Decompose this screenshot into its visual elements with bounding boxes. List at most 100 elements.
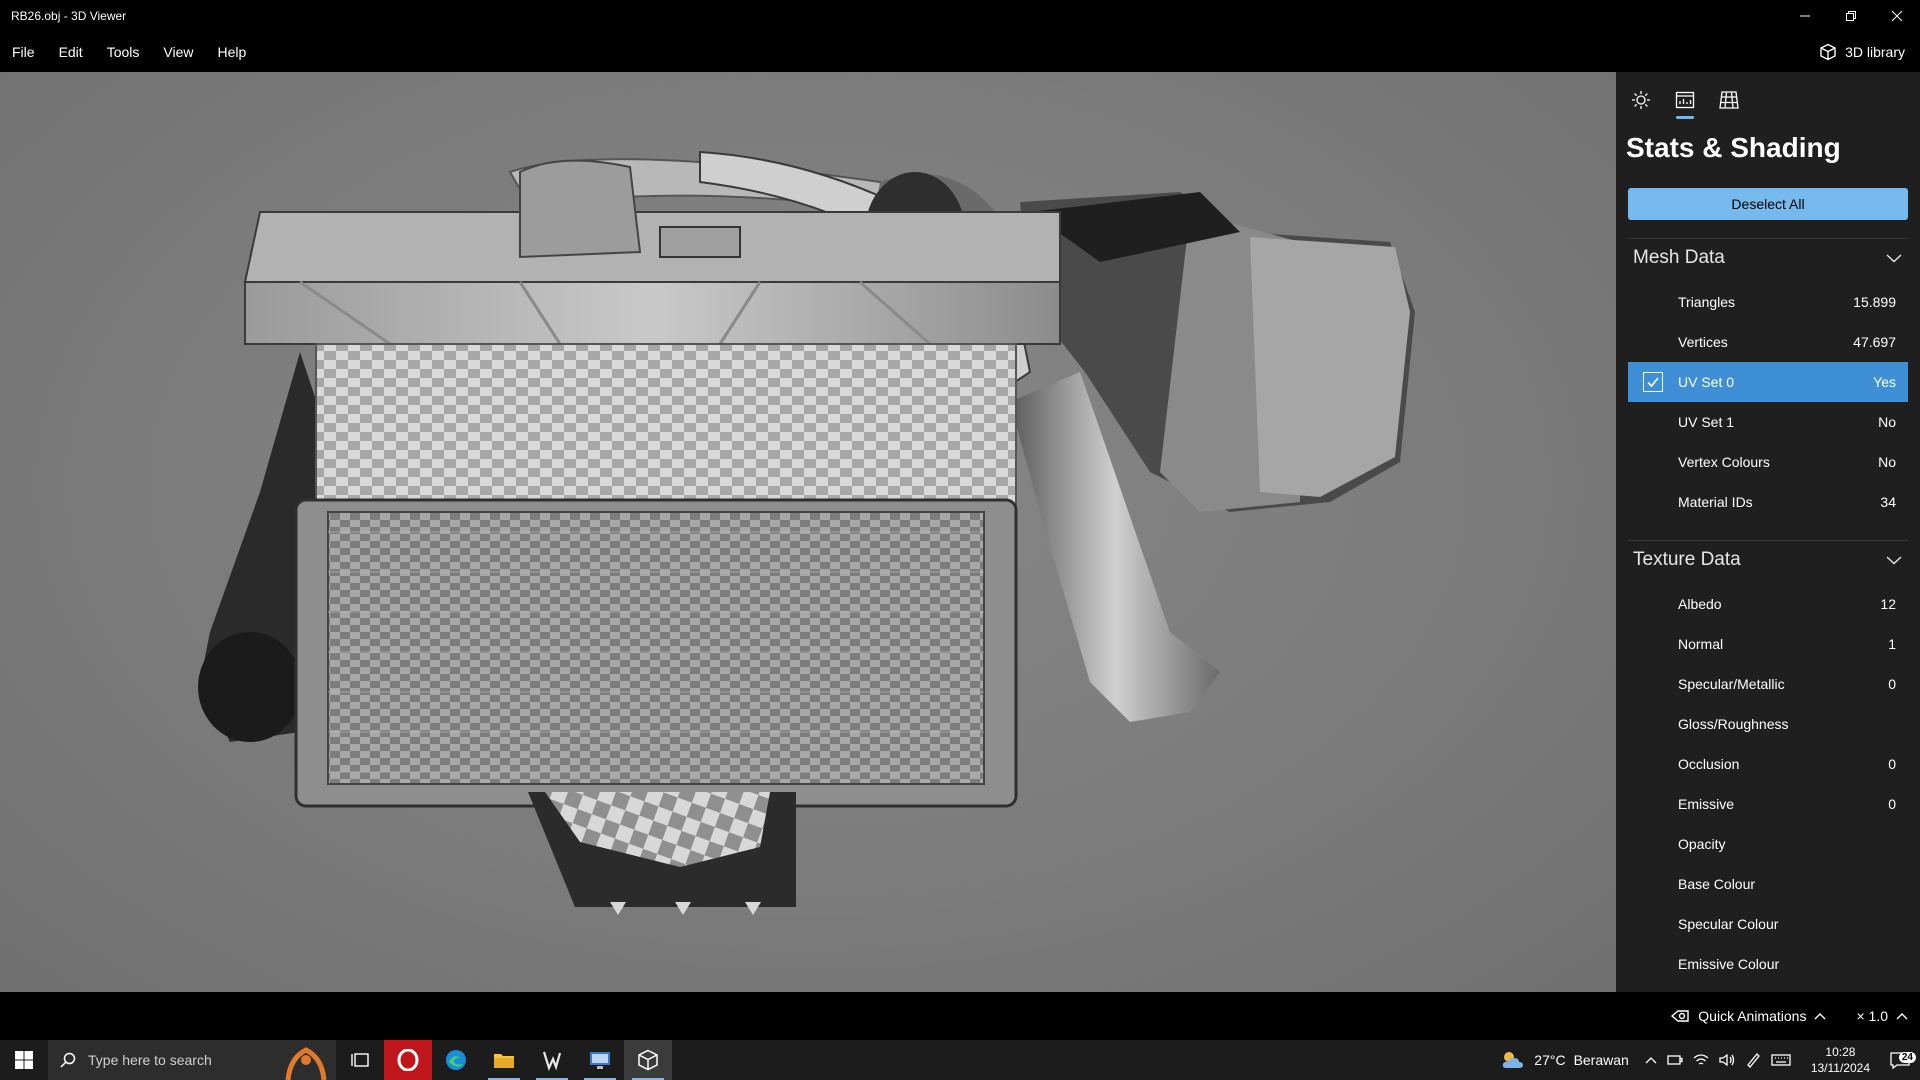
- clock-time: 10:28: [1825, 1045, 1856, 1059]
- mesh-row-vertices[interactable]: Vertices 47.697: [1628, 322, 1908, 362]
- row-label: Vertices: [1678, 334, 1728, 350]
- battery-icon[interactable]: [1667, 1053, 1683, 1067]
- mesh-row-triangles[interactable]: Triangles 15.899: [1628, 282, 1908, 322]
- texture-row-albedo[interactable]: Albedo 12: [1628, 584, 1908, 624]
- search-placeholder: Type here to search: [88, 1052, 212, 1068]
- title-bar: RB26.obj - 3D Viewer: [0, 0, 1920, 32]
- task-view-icon: [351, 1053, 369, 1067]
- row-value: No: [1878, 454, 1896, 470]
- row-label: Gloss/Roughness: [1678, 716, 1789, 732]
- weather-widget[interactable]: 27°C Berawan: [1500, 1049, 1645, 1071]
- edge-icon: [446, 1050, 466, 1070]
- menu-bar: File Edit Tools View Help 3D library: [0, 32, 1920, 72]
- close-icon: [1891, 10, 1903, 22]
- row-label: Emissive Colour: [1678, 956, 1780, 972]
- mesh-row-vertex-colours[interactable]: Vertex Colours No: [1628, 442, 1908, 482]
- panel-title: Stats & Shading: [1626, 132, 1841, 163]
- edge-taskbar-button[interactable]: [432, 1040, 480, 1080]
- quick-animations-button[interactable]: Quick Animations: [1670, 1008, 1826, 1024]
- close-button[interactable]: [1874, 0, 1920, 32]
- row-label: Material IDs: [1678, 494, 1753, 510]
- notification-badge: 24: [1898, 1052, 1916, 1063]
- window-title: RB26.obj - 3D Viewer: [11, 9, 127, 23]
- wifi-icon[interactable]: [1693, 1053, 1709, 1067]
- keyboard-icon[interactable]: [1771, 1053, 1791, 1067]
- texture-data-list: Albedo 12 Normal 1 Specular/Metallic 0 G…: [1628, 584, 1908, 984]
- chevron-down-icon: [1886, 253, 1902, 262]
- texture-row-emissive-colour[interactable]: Emissive Colour: [1628, 944, 1908, 984]
- row-label: Vertex Colours: [1678, 454, 1770, 470]
- menu-file[interactable]: File: [0, 32, 47, 72]
- uv-set-0-checkbox[interactable]: [1643, 372, 1663, 392]
- stats-panel: Stats & Shading Deselect All Mesh Data T…: [1616, 72, 1920, 992]
- pen-icon[interactable]: [1745, 1052, 1761, 1068]
- row-label: Occlusion: [1678, 756, 1740, 772]
- mesh-data-title: Mesh Data: [1633, 246, 1725, 268]
- row-label: Opacity: [1678, 836, 1726, 852]
- game-app-taskbar-button[interactable]: [528, 1040, 576, 1080]
- texture-row-specular-colour[interactable]: Specular Colour: [1628, 904, 1908, 944]
- animation-icon: [1671, 1010, 1689, 1022]
- deselect-all-button[interactable]: Deselect All: [1628, 188, 1908, 220]
- chevron-down-icon: [1886, 555, 1902, 564]
- row-value: 0: [1888, 676, 1896, 692]
- minimize-icon: [1800, 15, 1810, 17]
- tab-lighting[interactable]: [1626, 84, 1656, 116]
- texture-row-specular-metallic[interactable]: Specular/Metallic 0: [1628, 664, 1908, 704]
- restore-button[interactable]: [1828, 0, 1874, 32]
- search-highlight-icon: [285, 1047, 327, 1080]
- search-icon: [60, 1052, 76, 1068]
- 3d-viewer-taskbar-button[interactable]: [624, 1040, 672, 1080]
- opera-taskbar-button[interactable]: [384, 1040, 432, 1080]
- file-explorer-taskbar-button[interactable]: [480, 1040, 528, 1080]
- row-value: Yes: [1873, 374, 1896, 390]
- show-hidden-icons-icon[interactable]: [1645, 1056, 1657, 1064]
- mesh-row-uv-set-1[interactable]: UV Set 1 No: [1628, 402, 1908, 442]
- row-value: 12: [1880, 596, 1896, 612]
- texture-row-gloss-roughness[interactable]: Gloss/Roughness: [1628, 704, 1908, 744]
- clock[interactable]: 10:28 13/11/2024: [1801, 1044, 1880, 1076]
- texture-row-normal[interactable]: Normal 1: [1628, 624, 1908, 664]
- texture-row-occlusion[interactable]: Occlusion 0: [1628, 744, 1908, 784]
- remote-app-taskbar-button[interactable]: [576, 1040, 624, 1080]
- texture-row-base-colour[interactable]: Base Colour: [1628, 864, 1908, 904]
- opera-icon: [397, 1049, 419, 1071]
- texture-row-opacity[interactable]: Opacity: [1628, 824, 1908, 864]
- 3d-viewport[interactable]: [0, 72, 1616, 992]
- row-label: Triangles: [1678, 294, 1736, 310]
- row-label: Normal: [1678, 636, 1724, 652]
- mesh-row-material-ids[interactable]: Material IDs 34: [1628, 482, 1908, 522]
- menu-tools[interactable]: Tools: [95, 32, 152, 72]
- 3d-library-button[interactable]: 3D library: [1819, 43, 1920, 61]
- task-view-button[interactable]: [336, 1040, 384, 1080]
- menu-edit[interactable]: Edit: [47, 32, 95, 72]
- quick-animations-label: Quick Animations: [1698, 1008, 1807, 1024]
- row-label: Albedo: [1678, 596, 1722, 612]
- start-button[interactable]: [0, 1040, 48, 1080]
- engine-model: [198, 150, 1415, 915]
- weather-description: Berawan: [1573, 1052, 1629, 1068]
- panel-tabs: [1616, 72, 1920, 122]
- checkmark-icon: [1647, 377, 1659, 388]
- row-value: 0: [1888, 756, 1896, 772]
- row-label: UV Set 0: [1678, 374, 1735, 390]
- texture-data-header[interactable]: Texture Data: [1628, 540, 1908, 578]
- notification-center-button[interactable]: 24: [1880, 1051, 1920, 1069]
- zoom-control[interactable]: × 1.0: [1856, 1008, 1908, 1024]
- volume-icon[interactable]: [1719, 1053, 1735, 1067]
- mesh-data-header[interactable]: Mesh Data: [1628, 238, 1908, 276]
- tab-grid[interactable]: [1714, 84, 1744, 116]
- tab-stats[interactable]: [1670, 84, 1700, 119]
- taskbar: Type here to search 27°C Berawan 10:28 1…: [0, 1040, 1920, 1080]
- zoom-value: × 1.0: [1856, 1008, 1888, 1024]
- stats-icon: [1675, 91, 1695, 109]
- row-label: UV Set 1: [1678, 414, 1735, 430]
- taskbar-search[interactable]: Type here to search: [48, 1040, 336, 1080]
- folder-icon: [494, 1054, 514, 1068]
- menu-help[interactable]: Help: [205, 32, 258, 72]
- mesh-row-uv-set-0[interactable]: UV Set 0 Yes: [1628, 362, 1908, 402]
- row-value: 47.697: [1853, 334, 1896, 350]
- texture-row-emissive[interactable]: Emissive 0: [1628, 784, 1908, 824]
- menu-view[interactable]: View: [151, 32, 205, 72]
- minimize-button[interactable]: [1782, 0, 1828, 32]
